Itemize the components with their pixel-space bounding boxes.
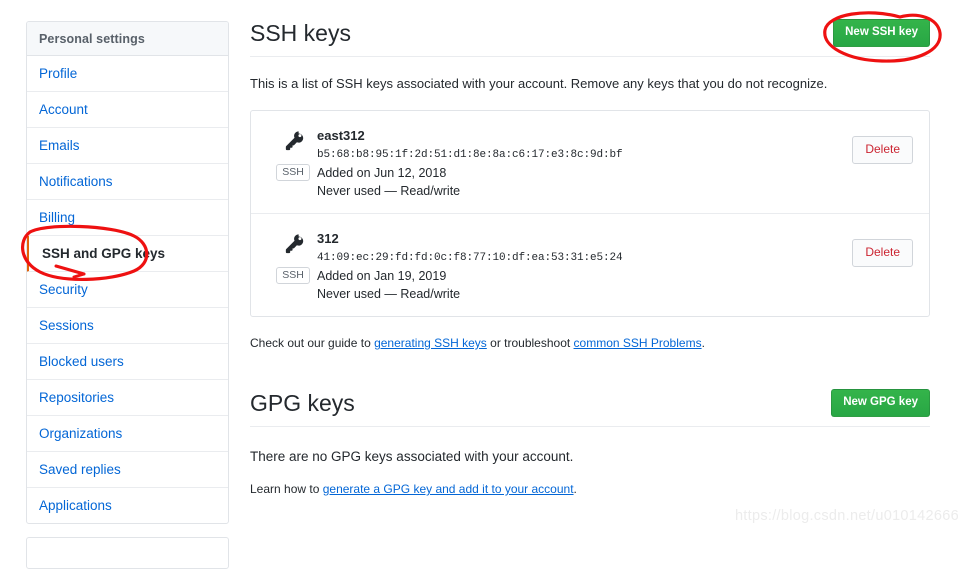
key-icon bbox=[280, 231, 306, 262]
sidebar-item-repositories[interactable]: Repositories bbox=[27, 380, 228, 416]
sidebar-item-profile[interactable]: Profile bbox=[27, 56, 228, 92]
sidebar-item-applications[interactable]: Applications bbox=[27, 488, 228, 523]
gpg-learn-text: Learn how to generate a GPG key and add … bbox=[250, 481, 930, 498]
delete-button[interactable]: Delete bbox=[852, 136, 913, 164]
ssh-key-fingerprint: 41:09:ec:29:fd:fd:0c:f8:77:10:df:ea:53:3… bbox=[317, 252, 623, 264]
ssh-key-actions: Delete bbox=[852, 229, 913, 267]
settings-sidebar: Personal settings Profile Account Emails… bbox=[26, 21, 229, 569]
sidebar-item-organizations[interactable]: Organizations bbox=[27, 416, 228, 452]
guide-suffix: . bbox=[701, 336, 705, 350]
ssh-key-details: east312 b5:68:b8:95:1f:2d:51:d1:8e:8a:c6… bbox=[317, 126, 852, 200]
ssh-key-icon-group: SSH bbox=[269, 126, 317, 181]
ssh-key-icon-group: SSH bbox=[269, 229, 317, 284]
sidebar-item-billing[interactable]: Billing bbox=[27, 200, 228, 236]
gpg-keys-section: GPG keys New GPG key There are no GPG ke… bbox=[250, 388, 930, 498]
ssh-keys-intro-text: This is a list of SSH keys associated wi… bbox=[250, 76, 828, 91]
sidebar-item-ssh-and-gpg-keys[interactable]: SSH and GPG keys bbox=[27, 236, 228, 272]
ssh-key-usage: Never used — Read/write bbox=[317, 287, 461, 301]
gpg-learn-prefix: Learn how to bbox=[250, 482, 323, 496]
ssh-key-added-date: Added on Jun 12, 2018 bbox=[317, 166, 447, 180]
common-ssh-problems-link[interactable]: common SSH Problems bbox=[574, 336, 702, 350]
generate-gpg-key-link[interactable]: generate a GPG key and add it to your ac… bbox=[323, 482, 574, 496]
ssh-key-type-badge: SSH bbox=[276, 267, 310, 284]
ssh-key-usage: Never used — Read/write bbox=[317, 184, 461, 198]
ssh-key-fingerprint: b5:68:b8:95:1f:2d:51:d1:8e:8a:c6:17:e3:8… bbox=[317, 149, 623, 161]
sidebar-item-sessions[interactable]: Sessions bbox=[27, 308, 228, 344]
ssh-key-actions: Delete bbox=[852, 126, 913, 164]
ssh-keys-list: SSH east312 b5:68:b8:95:1f:2d:51:d1:8e:8… bbox=[250, 110, 930, 317]
gpg-keys-section-header: GPG keys New GPG key bbox=[250, 388, 930, 427]
key-icon bbox=[280, 128, 306, 159]
new-gpg-key-button[interactable]: New GPG key bbox=[831, 389, 930, 417]
sidebar-item-emails[interactable]: Emails bbox=[27, 128, 228, 164]
ssh-keys-section-header: SSH keys New SSH key bbox=[250, 18, 930, 57]
ssh-key-row: SSH east312 b5:68:b8:95:1f:2d:51:d1:8e:8… bbox=[251, 111, 929, 214]
sidebar-header: Personal settings bbox=[27, 22, 228, 56]
guide-middle: or troubleshoot bbox=[486, 336, 574, 350]
sidebar-item-notifications[interactable]: Notifications bbox=[27, 164, 228, 200]
main-content: SSH keys New SSH key This is a list of S… bbox=[250, 18, 930, 498]
generating-ssh-keys-link[interactable]: generating SSH keys bbox=[374, 336, 487, 350]
gpg-section-title: GPG keys bbox=[250, 390, 355, 416]
page-title: SSH keys bbox=[250, 20, 351, 46]
sidebar-item-blocked-users[interactable]: Blocked users bbox=[27, 344, 228, 380]
ssh-key-name[interactable]: 312 bbox=[317, 230, 852, 247]
gpg-learn-suffix: . bbox=[573, 482, 577, 496]
gpg-empty-message: There are no GPG keys associated with yo… bbox=[250, 449, 574, 464]
guide-prefix: Check out our guide to bbox=[250, 336, 375, 350]
ssh-key-added-date: Added on Jan 19, 2019 bbox=[317, 269, 447, 283]
new-ssh-key-button[interactable]: New SSH key bbox=[833, 19, 930, 47]
ssh-key-type-badge: SSH bbox=[276, 164, 310, 181]
sidebar-secondary-card bbox=[26, 537, 229, 569]
sidebar-item-security[interactable]: Security bbox=[27, 272, 228, 308]
delete-button[interactable]: Delete bbox=[852, 239, 913, 267]
ssh-guide-text: Check out our guide to generating SSH ke… bbox=[250, 335, 930, 352]
watermark: https://blog.csdn.net/u010142666 bbox=[734, 508, 959, 524]
sidebar-item-saved-replies[interactable]: Saved replies bbox=[27, 452, 228, 488]
ssh-key-name[interactable]: east312 bbox=[317, 127, 852, 144]
ssh-key-details: 312 41:09:ec:29:fd:fd:0c:f8:77:10:df:ea:… bbox=[317, 229, 852, 303]
sidebar-card: Personal settings Profile Account Emails… bbox=[26, 21, 229, 524]
ssh-key-row: SSH 312 41:09:ec:29:fd:fd:0c:f8:77:10:df… bbox=[251, 214, 929, 316]
sidebar-item-account[interactable]: Account bbox=[27, 92, 228, 128]
